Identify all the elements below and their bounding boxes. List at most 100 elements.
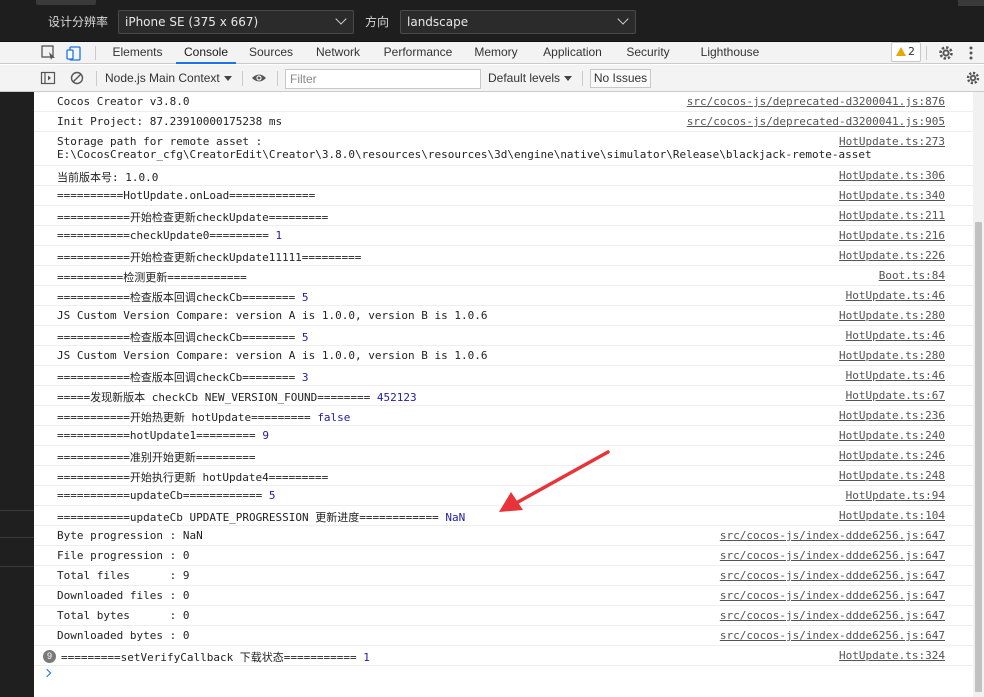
tab-lighthouse[interactable]: Lighthouse bbox=[694, 42, 766, 64]
console-scrollbar[interactable] bbox=[973, 92, 984, 697]
source-link[interactable]: HotUpdate.ts:340 bbox=[839, 189, 945, 202]
orientation-select[interactable]: landscape bbox=[400, 10, 636, 34]
dropdown-arrow-icon bbox=[564, 76, 573, 81]
divider bbox=[0, 566, 34, 567]
source-link[interactable]: HotUpdate.ts:246 bbox=[839, 449, 945, 462]
source-link[interactable]: src/cocos-js/deprecated-d3200041.js:876 bbox=[687, 95, 945, 108]
log-levels-select[interactable]: Default levels bbox=[488, 71, 573, 85]
message-text: ===========开始热更新 hotUpdate========= fals… bbox=[57, 409, 350, 425]
message-body: JS Custom Version Compare: version A is … bbox=[57, 349, 488, 362]
message-text: Total bytes : 0 bbox=[57, 609, 189, 622]
source-link[interactable]: src/cocos-js/index-ddde6256.js:647 bbox=[720, 589, 945, 602]
console-message: Downloaded bytes : 0 src/cocos-js/index-d… bbox=[34, 626, 973, 646]
clear-console-icon[interactable] bbox=[69, 70, 85, 86]
source-link[interactable]: Boot.ts:84 bbox=[879, 269, 945, 282]
message-body: ===========开始热更新 hotUpdate========= bbox=[57, 411, 318, 424]
source-link[interactable]: HotUpdate.ts:104 bbox=[839, 509, 945, 522]
source-link[interactable]: HotUpdate.ts:216 bbox=[839, 229, 945, 242]
orientation-label: 方向 bbox=[365, 15, 390, 29]
tab-performance[interactable]: Performance bbox=[378, 42, 458, 64]
source-link[interactable]: src/cocos-js/deprecated-d3200041.js:905 bbox=[687, 115, 945, 128]
source-link[interactable]: src/cocos-js/index-ddde6256.js:647 bbox=[720, 609, 945, 622]
console-toolbar: Node.js Main Context Filter Default leve… bbox=[0, 65, 984, 92]
console-settings-gear-icon[interactable] bbox=[965, 70, 981, 86]
console-message: ==========检测更新============ Boot.ts:84 bbox=[34, 266, 973, 286]
source-link[interactable]: HotUpdate.ts:46 bbox=[846, 329, 945, 342]
source-link[interactable]: HotUpdate.ts:211 bbox=[839, 209, 945, 222]
source-link[interactable]: src/cocos-js/index-ddde6256.js:647 bbox=[720, 629, 945, 642]
message-text: File progression : 0 bbox=[57, 549, 189, 562]
tab-network[interactable]: Network bbox=[308, 42, 368, 64]
source-link[interactable]: src/cocos-js/index-ddde6256.js:647 bbox=[720, 529, 945, 542]
console-message: ===========开始热更新 hotUpdate========= fals… bbox=[34, 406, 973, 426]
message-body: Downloaded files : 0 bbox=[57, 589, 190, 602]
prompt-chevron-icon bbox=[42, 668, 52, 678]
console-message: Cocos Creator v3.8.0 src/cocos-js/depreca… bbox=[34, 92, 973, 112]
source-link[interactable]: HotUpdate.ts:280 bbox=[839, 349, 945, 362]
divider bbox=[242, 71, 243, 86]
console-message: ===========检查版本回调checkCb======== 5 HotUpd… bbox=[34, 326, 973, 346]
device-toggle-icon[interactable] bbox=[66, 44, 84, 62]
source-link[interactable]: src/cocos-js/index-ddde6256.js:647 bbox=[720, 549, 945, 562]
source-link[interactable]: HotUpdate.ts:273 bbox=[839, 135, 945, 148]
filter-placeholder: Filter bbox=[290, 72, 317, 86]
source-link[interactable]: HotUpdate.ts:94 bbox=[846, 489, 945, 502]
tab-sources[interactable]: Sources bbox=[243, 42, 299, 64]
tab-memory[interactable]: Memory bbox=[467, 42, 525, 64]
message-text: ==========HotUpdate.onLoad============= bbox=[57, 189, 315, 202]
message-body-line2: E:\CocosCreator_cfg\CreatorEdit\Creator\… bbox=[57, 148, 872, 161]
message-text: ===========hotUpdate1========= 9 bbox=[57, 429, 269, 442]
source-link[interactable]: HotUpdate.ts:46 bbox=[846, 369, 945, 382]
message-text: JS Custom Version Compare: version A is … bbox=[57, 309, 487, 322]
source-link[interactable]: HotUpdate.ts:236 bbox=[839, 409, 945, 422]
chevron-down-icon bbox=[335, 13, 347, 25]
source-link[interactable]: HotUpdate.ts:280 bbox=[839, 309, 945, 322]
message-body: ===========开始检查更新checkUpdate11111=======… bbox=[57, 251, 362, 264]
context-select[interactable]: Node.js Main Context bbox=[105, 71, 232, 85]
source-link[interactable]: HotUpdate.ts:306 bbox=[839, 169, 945, 182]
message-text: ===========updateCb============ 5 bbox=[57, 489, 276, 502]
console-message: Total files : 9 src/cocos-js/index-ddde62… bbox=[34, 566, 973, 586]
message-text: ===========开始检查更新checkUpdate========= bbox=[57, 209, 328, 225]
console-message: JS Custom Version Compare: version A is … bbox=[34, 346, 973, 366]
source-link[interactable]: HotUpdate.ts:226 bbox=[839, 249, 945, 262]
source-link[interactable]: HotUpdate.ts:248 bbox=[839, 469, 945, 482]
console-message: ===========检查版本回调checkCb======== 3 HotUpd… bbox=[34, 366, 973, 386]
sidebar-toggle-icon[interactable] bbox=[40, 70, 56, 86]
context-value: Node.js Main Context bbox=[105, 71, 220, 85]
console-message: ===========checkUpdate0========= 1 HotUpd… bbox=[34, 226, 973, 246]
tab-console[interactable]: Console bbox=[176, 42, 236, 64]
filter-input[interactable]: Filter bbox=[285, 69, 481, 89]
message-value: 452123 bbox=[376, 391, 417, 404]
message-text: Init Project: 87.23910000175238 ms bbox=[57, 115, 282, 128]
warning-count: 2 bbox=[908, 45, 915, 58]
tab-security[interactable]: Security bbox=[620, 42, 676, 64]
message-text: =====发现新版本 checkCb NEW_VERSION_FOUND====… bbox=[57, 389, 417, 405]
source-link[interactable]: src/cocos-js/index-ddde6256.js:647 bbox=[720, 569, 945, 582]
source-link[interactable]: HotUpdate.ts:46 bbox=[846, 289, 945, 302]
more-options-icon[interactable] bbox=[962, 44, 980, 62]
source-link[interactable]: HotUpdate.ts:240 bbox=[839, 429, 945, 442]
source-link[interactable]: HotUpdate.ts:324 bbox=[839, 649, 945, 662]
devtools-window: 设计分辨率 iPhone SE (375 x 667) 方向 landscape… bbox=[0, 0, 984, 697]
orientation-value: landscape bbox=[407, 15, 469, 29]
top-tab-strip bbox=[36, 0, 96, 5]
inspect-element-icon[interactable] bbox=[40, 44, 58, 62]
console-prompt[interactable] bbox=[34, 666, 973, 688]
device-select[interactable]: iPhone SE (375 x 667) bbox=[118, 10, 354, 34]
top-right-strip bbox=[958, 0, 984, 6]
eye-icon[interactable] bbox=[251, 70, 267, 86]
message-text: Downloaded bytes : 0 bbox=[57, 629, 189, 642]
issues-button[interactable]: No Issues bbox=[590, 69, 651, 88]
warnings-badge[interactable]: 2 bbox=[891, 42, 921, 62]
gear-icon[interactable] bbox=[937, 44, 955, 62]
message-body: ===========检查版本回调checkCb======== bbox=[57, 371, 302, 384]
source-link[interactable]: HotUpdate.ts:67 bbox=[846, 389, 945, 402]
message-text: Total files : 9 bbox=[57, 569, 189, 582]
message-text: ==========检测更新============ bbox=[57, 269, 247, 285]
message-text: Cocos Creator v3.8.0 bbox=[57, 95, 189, 108]
tab-application[interactable]: Application bbox=[535, 42, 610, 64]
message-text: ===========检查版本回调checkCb======== 5 bbox=[57, 289, 308, 305]
tab-elements[interactable]: Elements bbox=[104, 42, 171, 64]
scrollbar-thumb[interactable] bbox=[975, 222, 982, 692]
